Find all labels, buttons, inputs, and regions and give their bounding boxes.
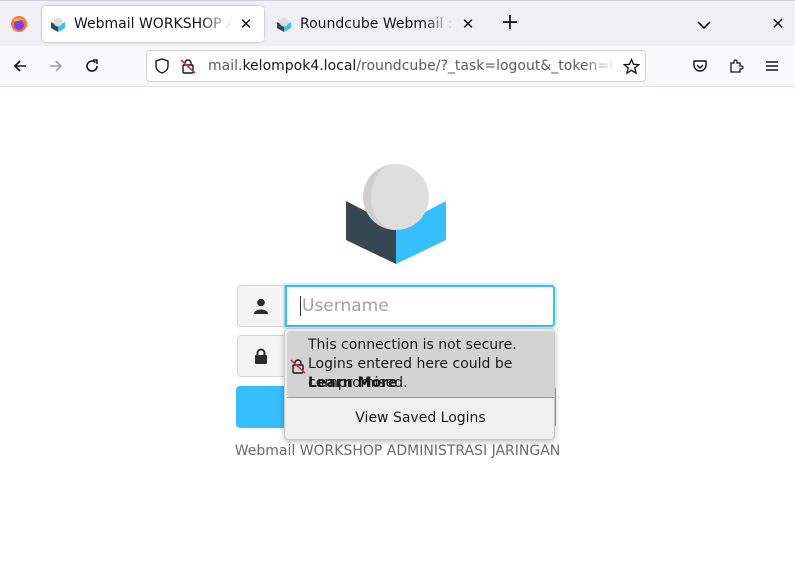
username-input[interactable]: Username <box>285 285 555 327</box>
tab-title: Webmail WORKSHOP ADMINISTRASI JARINGAN <box>74 16 232 32</box>
url-text[interactable]: mail.kelompok4.local/roundcube/?_task=lo… <box>208 58 616 74</box>
url-bar[interactable]: mail.kelompok4.local/roundcube/?_task=lo… <box>146 50 646 82</box>
username-addon <box>237 285 285 327</box>
pocket-icon <box>693 60 707 72</box>
list-all-tabs-button[interactable] <box>692 13 716 37</box>
roundcube-favicon <box>277 17 291 32</box>
user-icon <box>254 298 268 314</box>
text-caret <box>300 296 301 316</box>
window-close-button[interactable]: ✕ <box>766 13 790 37</box>
reload-button[interactable] <box>80 54 104 78</box>
url-path: /roundcube/?_task=logout&_token=OcF4vX2L… <box>356 58 616 74</box>
lock-icon <box>255 348 267 364</box>
password-addon <box>237 335 285 377</box>
app-menu-button[interactable] <box>760 54 784 78</box>
view-saved-logins-item[interactable]: View Saved Logins <box>287 399 554 437</box>
pocket-button[interactable] <box>688 54 712 78</box>
popup-divider <box>287 397 554 398</box>
insecure-warning: This connection is not secure. Logins en… <box>287 331 554 397</box>
tab-close-icon[interactable]: ✕ <box>236 14 256 34</box>
learn-more-link[interactable]: Learn More <box>308 375 398 391</box>
footer-text: Webmail WORKSHOP ADMINISTRASI JARINGAN <box>234 443 561 459</box>
firefox-view-button[interactable] <box>4 9 34 39</box>
url-host: kelompok4.local <box>242 58 357 74</box>
page-content: Username Webmail WORKSHOP ADMINISTRASI J… <box>0 87 795 570</box>
url-prefix: mail. <box>208 58 243 74</box>
username-group: Username <box>237 285 555 327</box>
tab-close-icon[interactable]: ✕ <box>458 14 478 34</box>
tab-title: Roundcube Webmail :: Welcome to Roundcub… <box>300 16 454 32</box>
tab-roundcube-webmail[interactable]: Roundcube Webmail :: Welcome to Roundcub… <box>268 6 486 42</box>
roundcube-logo <box>346 164 446 264</box>
extensions-button[interactable] <box>724 54 748 78</box>
shield-icon[interactable] <box>154 58 170 74</box>
username-placeholder: Username <box>302 296 389 316</box>
back-button[interactable] <box>8 54 32 78</box>
forward-arrow-icon <box>50 60 63 72</box>
new-tab-button[interactable]: + <box>498 12 522 36</box>
bookmark-star-icon[interactable] <box>623 58 640 75</box>
reload-icon <box>86 59 98 72</box>
extensions-icon <box>730 59 744 73</box>
roundcube-favicon <box>51 17 65 32</box>
navigation-toolbar: mail.kelompok4.local/roundcube/?_task=lo… <box>0 46 795 87</box>
tab-strip: Webmail WORKSHOP ADMINISTRASI JARINGAN ✕… <box>0 0 795 46</box>
insecure-lock-icon[interactable] <box>180 58 196 74</box>
firefox-icon <box>11 16 27 32</box>
tab-webmail-workshop[interactable]: Webmail WORKSHOP ADMINISTRASI JARINGAN ✕ <box>42 6 264 42</box>
insecure-lock-icon <box>290 359 306 374</box>
forward-button[interactable] <box>44 54 68 78</box>
menu-icon <box>766 61 778 71</box>
back-arrow-icon <box>13 60 26 72</box>
insecure-login-popup: This connection is not secure. Logins en… <box>284 328 555 440</box>
chevron-down-icon <box>697 21 711 30</box>
